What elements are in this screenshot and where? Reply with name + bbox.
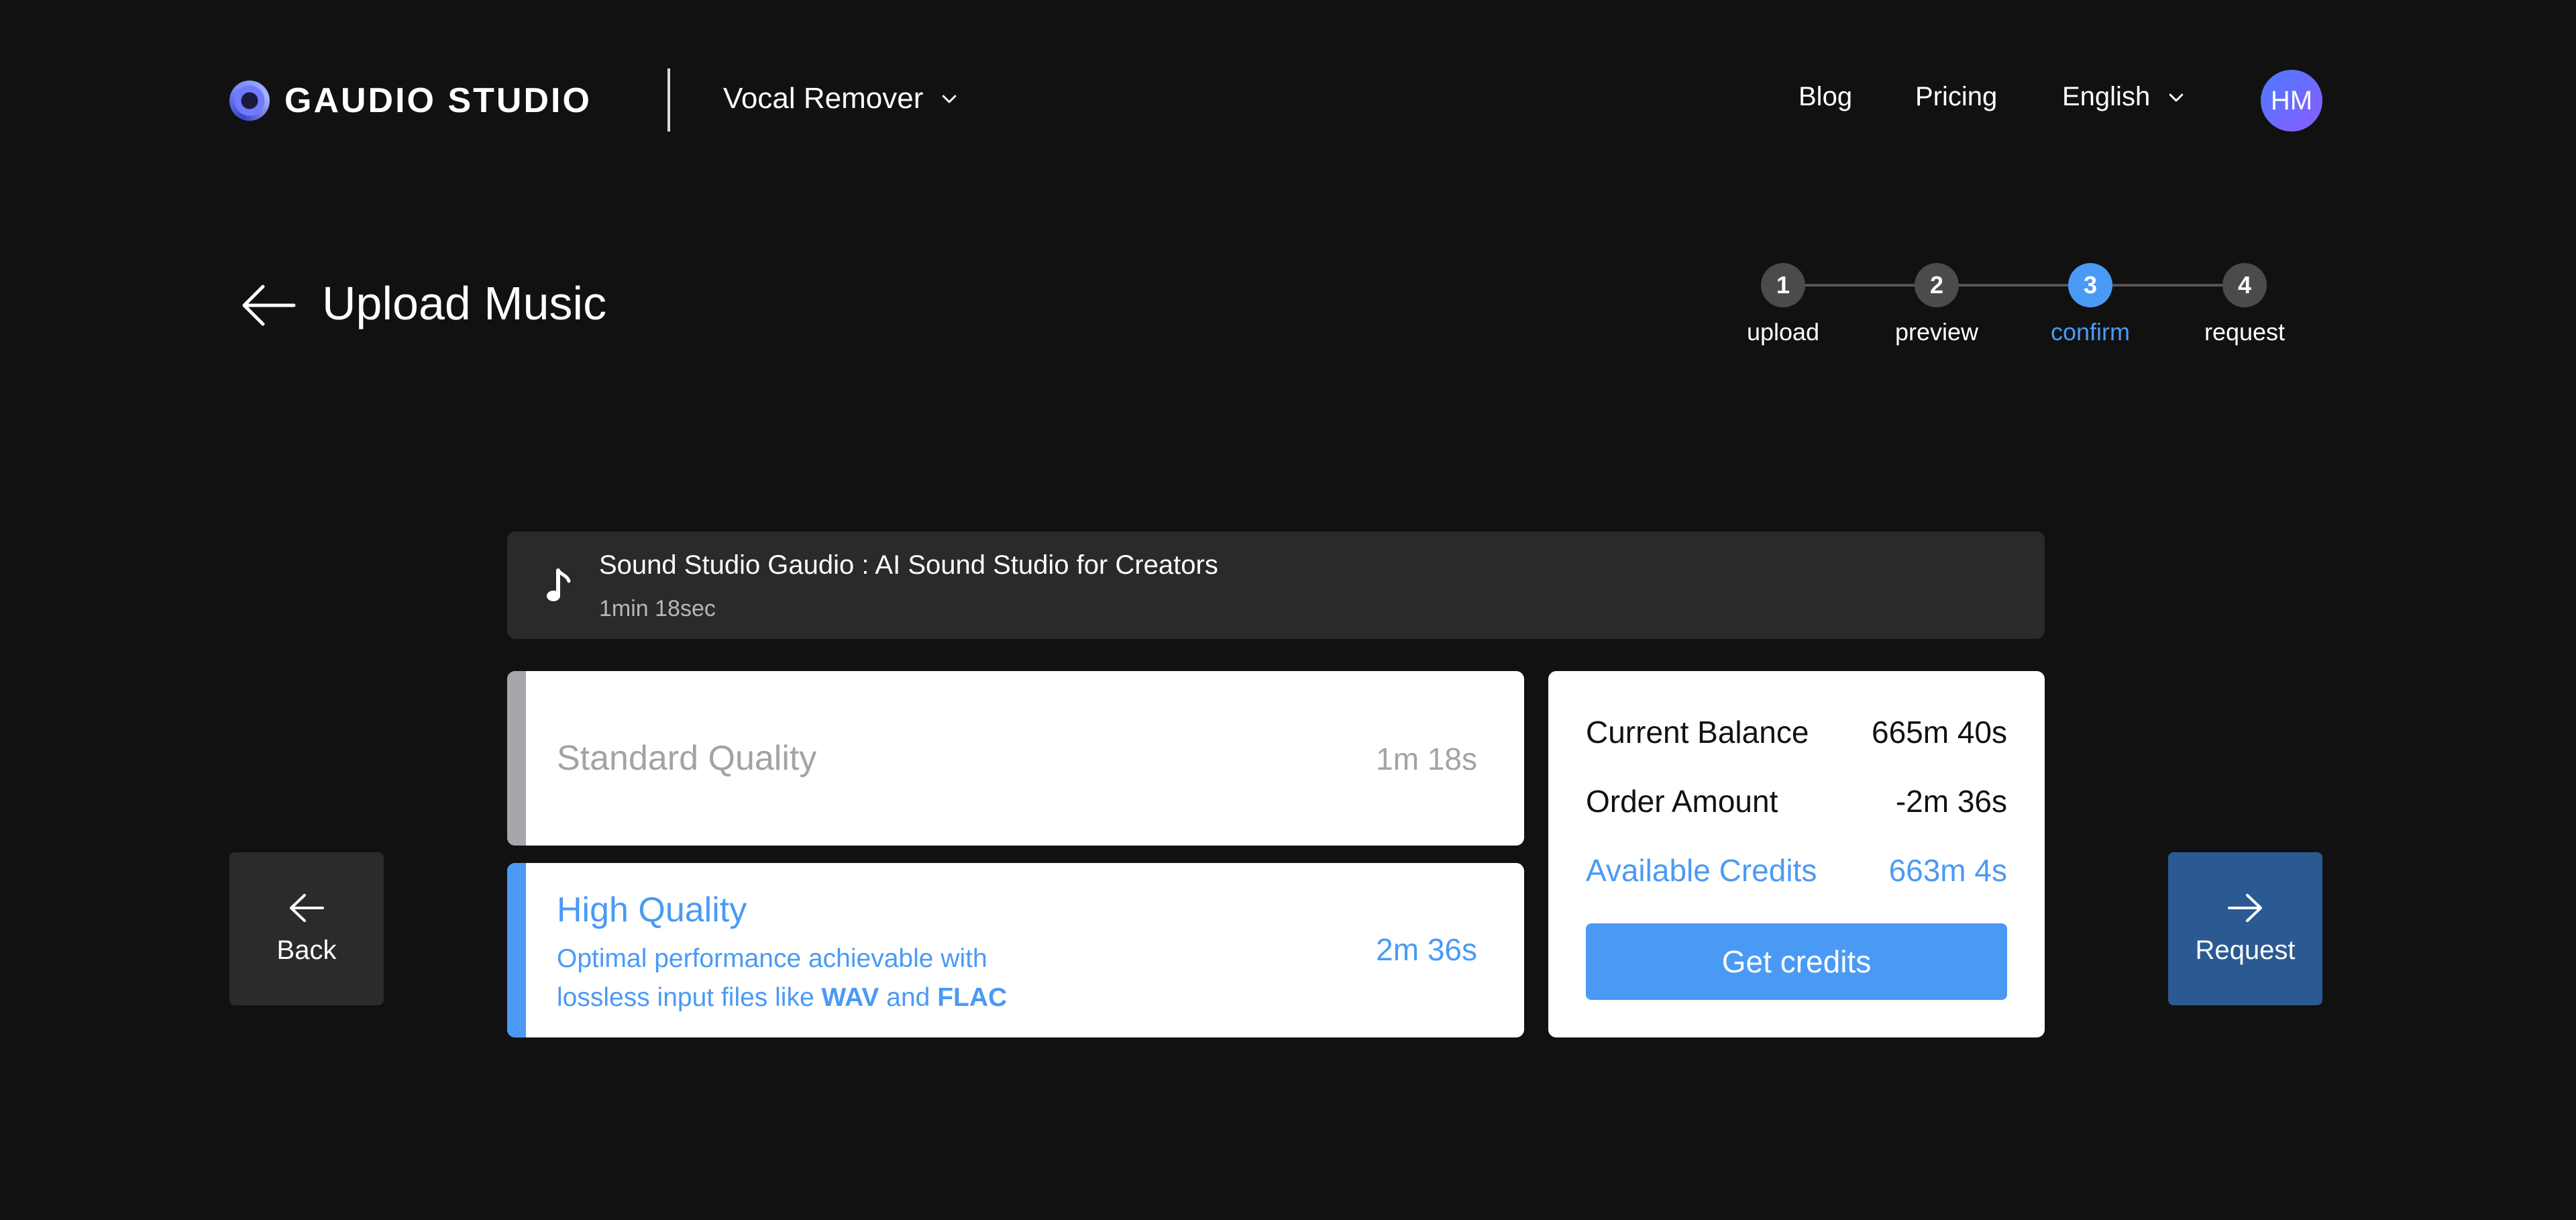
- current-balance-row: Current Balance 665m 40s: [1586, 714, 2007, 750]
- available-credits-value: 663m 4s: [1888, 853, 2007, 888]
- back-button[interactable]: Back: [229, 852, 384, 1005]
- high-quality-title: High Quality: [557, 891, 747, 929]
- back-arrow-icon[interactable]: [240, 282, 297, 329]
- stepper-track: [1783, 284, 2246, 287]
- standard-quality-time: 1m 18s: [1376, 742, 1477, 776]
- format-wav: WAV: [821, 983, 879, 1012]
- track-info-panel: [507, 531, 2045, 639]
- standard-quality-title: Standard Quality: [557, 739, 817, 778]
- order-amount-label: Order Amount: [1586, 784, 1778, 819]
- request-button[interactable]: Request: [2168, 852, 2322, 1005]
- step-4-label: request: [2204, 318, 2286, 346]
- balance-panel: Current Balance 665m 40s Order Amount -2…: [1548, 671, 2045, 1037]
- arrow-right-icon: [2228, 893, 2262, 922]
- high-quality-time: 2m 36s: [1376, 932, 1477, 967]
- high-quality-option[interactable]: High Quality Optimal performance achieva…: [507, 863, 1524, 1037]
- back-button-label: Back: [276, 935, 337, 965]
- track-title: Sound Studio Gaudio : AI Sound Studio fo…: [599, 550, 1218, 580]
- option-indicator-bar: [507, 863, 526, 1037]
- option-indicator-bar: [507, 671, 526, 846]
- step-2-label: preview: [1894, 318, 1979, 346]
- request-button-label: Request: [2195, 935, 2296, 965]
- current-balance-value: 665m 40s: [1871, 715, 2007, 750]
- page-title: Upload Music: [322, 277, 607, 329]
- language-selector[interactable]: English: [2062, 82, 2186, 112]
- order-amount-row: Order Amount -2m 36s: [1586, 783, 2007, 819]
- step-2-dot: 2: [1915, 263, 1959, 307]
- available-credits-label: Available Credits: [1586, 853, 1817, 888]
- high-quality-description: Optimal performance achievable with loss…: [557, 944, 1008, 1012]
- current-balance-label: Current Balance: [1586, 715, 1809, 750]
- product-name: Vocal Remover: [723, 82, 924, 115]
- header-divider: [667, 68, 670, 132]
- step-3-label: confirm: [2050, 318, 2131, 346]
- order-amount-value: -2m 36s: [1895, 784, 2007, 819]
- standard-quality-option[interactable]: Standard Quality 1m 18s: [507, 671, 1524, 846]
- chevron-down-icon: [943, 95, 957, 103]
- music-note-icon: [547, 568, 571, 601]
- gaudio-logo-icon: [229, 81, 270, 121]
- brand-logo[interactable]: GAUDIO STUDIO: [229, 79, 592, 122]
- format-flac: FLAC: [937, 983, 1008, 1012]
- nav-pricing[interactable]: Pricing: [1915, 82, 1997, 112]
- step-4-dot: 4: [2222, 263, 2267, 307]
- chevron-down-icon: [2169, 93, 2184, 101]
- step-3-dot: 3: [2068, 263, 2112, 307]
- step-1-label: upload: [1746, 318, 1820, 346]
- product-selector[interactable]: Vocal Remover: [723, 82, 959, 115]
- arrow-left-icon: [290, 893, 324, 922]
- user-avatar[interactable]: HM: [2261, 70, 2322, 132]
- nav-blog[interactable]: Blog: [1799, 82, 1852, 112]
- step-1-dot: 1: [1761, 263, 1805, 307]
- language-label: English: [2062, 82, 2151, 111]
- get-credits-button[interactable]: Get credits: [1586, 923, 2007, 1000]
- available-credits-row: Available Credits 663m 4s: [1586, 852, 2007, 888]
- brand-name: GAUDIO STUDIO: [284, 81, 592, 120]
- track-duration: 1min 18sec: [599, 596, 716, 621]
